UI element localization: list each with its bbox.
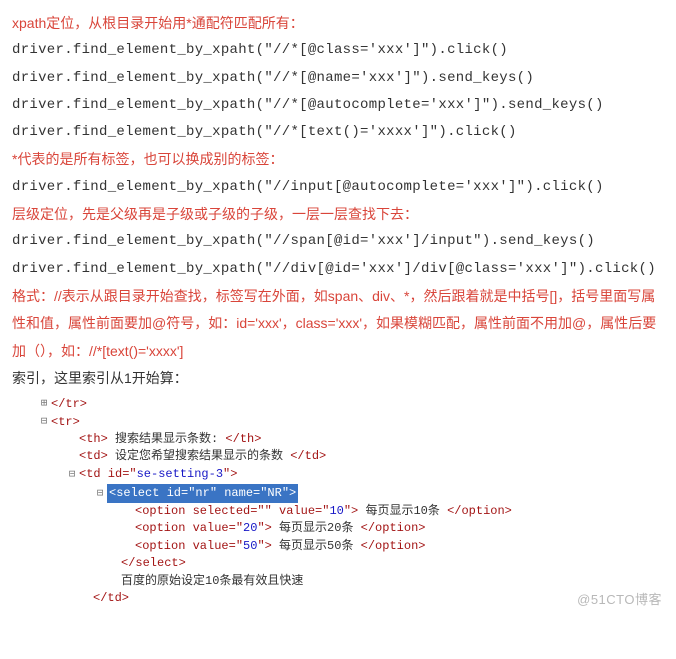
highlighted-line: <select id="nr" name="NR"> — [107, 484, 298, 503]
comment-line: xpath定位，从根目录开始用*通配符匹配所有： — [12, 10, 664, 37]
code-line: driver.find_element_by_xpaht("//*[@class… — [12, 37, 664, 64]
expand-icon: ⊟ — [37, 414, 51, 431]
expand-icon: ⊟ — [65, 467, 79, 484]
watermark: @51CTO博客 — [577, 591, 662, 610]
code-line: driver.find_element_by_xpath("//div[@id=… — [12, 256, 664, 283]
code-line: driver.find_element_by_xpath("//*[text()… — [12, 119, 664, 146]
html-source-snippet: ⊞</tr> ⊟<tr> <th> 搜索结果显示条数: </th> <td> 设… — [37, 396, 664, 613]
collapse-icon: ⊞ — [37, 396, 51, 413]
comment-line: 层级定位，先是父级再是子级或子级的子级，一层一层查找下去： — [12, 201, 664, 228]
code-line: driver.find_element_by_xpath("//span[@id… — [12, 228, 664, 255]
code-line: driver.find_element_by_xpath("//*[@name=… — [12, 65, 664, 92]
comment-line: *代表的是所有标签，也可以换成别的标签： — [12, 146, 664, 173]
expand-icon: ⊟ — [93, 486, 107, 503]
comment-format: 格式：//表示从跟目录开始查找，标签写在外面，如span、div、*，然后跟着就… — [12, 283, 664, 365]
comment-index: 索引，这里索引从1开始算： — [12, 365, 664, 392]
code-line: driver.find_element_by_xpath("//input[@a… — [12, 174, 664, 201]
code-line: driver.find_element_by_xpath("//*[@autoc… — [12, 92, 664, 119]
